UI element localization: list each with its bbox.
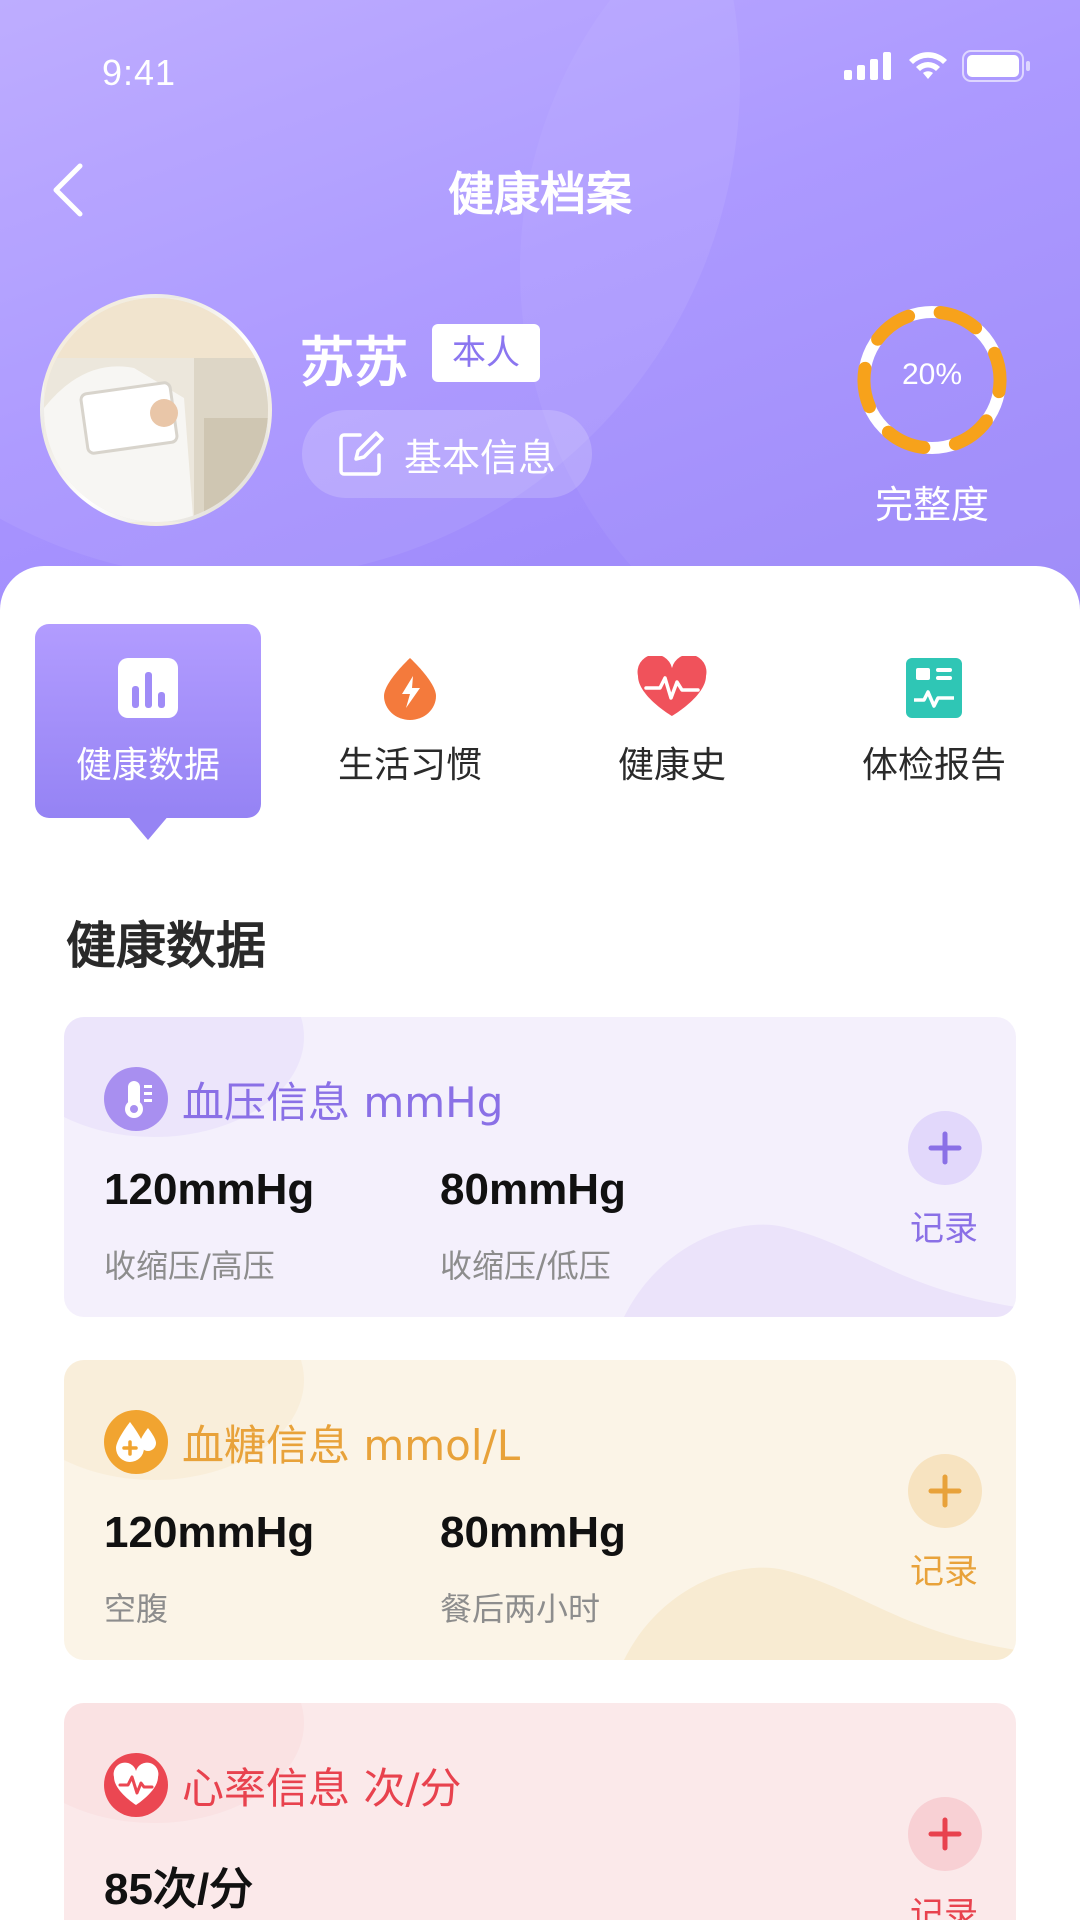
- diastolic-caption: 收缩压/低压: [440, 1247, 611, 1285]
- status-time: 9:41: [102, 52, 177, 93]
- tab-label: 健康数据: [75, 745, 220, 786]
- postprandial-value: 80mmHg: [440, 1508, 626, 1557]
- plus-icon: [928, 1474, 962, 1508]
- postprandial-caption: 餐后两小时: [440, 1590, 601, 1628]
- card-title: 心率信息 次/分: [182, 1764, 462, 1813]
- system-icons: [844, 50, 1032, 82]
- avatar[interactable]: [40, 294, 272, 526]
- status-bar: 9:41: [0, 0, 1080, 150]
- heart-rate-value: 85次/分: [104, 1865, 254, 1914]
- record-heart-rate-button[interactable]: [908, 1797, 982, 1871]
- fasting-value: 120mmHg: [104, 1508, 315, 1557]
- tab-health-data[interactable]: 健康数据: [35, 624, 261, 818]
- systolic-caption: 收缩压/高压: [104, 1247, 275, 1285]
- tab-label: 体检报告: [861, 745, 1006, 786]
- record-blood-pressure-button[interactable]: [908, 1111, 982, 1185]
- tab-health-history[interactable]: 健康史: [559, 624, 785, 818]
- active-tab-pointer: [126, 814, 170, 840]
- blood-drop-icon: [104, 1410, 168, 1474]
- thermometer-icon: [104, 1067, 168, 1131]
- signal-icon: [844, 52, 891, 80]
- section-title: 健康数据: [66, 917, 266, 975]
- record-label[interactable]: 记录: [894, 1887, 994, 1920]
- completeness-ring-segment: [871, 309, 916, 346]
- bar-chart-icon: [118, 658, 178, 718]
- plus-icon: [928, 1817, 962, 1851]
- completeness-ring-segment: [881, 425, 931, 455]
- card-title: 血糖信息 mmol/L: [182, 1421, 521, 1470]
- systolic-value: 120mmHg: [104, 1165, 315, 1214]
- diastolic-value: 80mmHg: [440, 1165, 626, 1214]
- basic-info-label: 基本信息: [404, 435, 557, 480]
- tab-lifestyle[interactable]: 生活习惯: [297, 624, 523, 818]
- edit-icon: [339, 431, 384, 476]
- page-title: 健康档案: [448, 167, 632, 221]
- completeness-ring-segment: [933, 305, 983, 335]
- battery-icon: [962, 50, 1030, 82]
- user-name: 苏苏: [300, 331, 408, 394]
- tab-label: 生活习惯: [337, 745, 482, 786]
- plus-icon: [928, 1131, 962, 1165]
- avatar-photo: [44, 298, 268, 522]
- record-label[interactable]: 记录: [894, 1544, 994, 1593]
- blood-pressure-card: 血压信息 mmHg 120mmHg 收缩压/高压 80mmHg 收缩压/低压 记…: [64, 1017, 1016, 1317]
- record-label[interactable]: 记录: [894, 1201, 994, 1250]
- tab-checkup-report[interactable]: 体检报告: [821, 624, 1047, 818]
- completeness-percent: 20%: [901, 358, 963, 391]
- completeness-label: 完整度: [874, 483, 989, 527]
- card-title: 血压信息 mmHg: [182, 1078, 504, 1127]
- basic-info-button[interactable]: 基本信息: [302, 410, 592, 498]
- heart-pulse-icon: [637, 656, 707, 716]
- record-blood-sugar-button[interactable]: [908, 1454, 982, 1528]
- completeness-ring-segment: [948, 414, 993, 451]
- flame-icon: [384, 658, 436, 720]
- tab-label: 健康史: [617, 745, 726, 786]
- heart-rate-icon: [104, 1753, 168, 1817]
- blood-sugar-card: 血糖信息 mmol/L 120mmHg 空腹 80mmHg 餐后两小时 记录: [64, 1360, 1016, 1660]
- report-icon: [906, 658, 962, 718]
- wifi-icon: [909, 52, 947, 79]
- fasting-caption: 空腹: [104, 1590, 169, 1628]
- heart-rate-card: 心率信息 次/分 85次/分 记录: [64, 1703, 1016, 1920]
- relation-tag: 本人: [432, 324, 540, 382]
